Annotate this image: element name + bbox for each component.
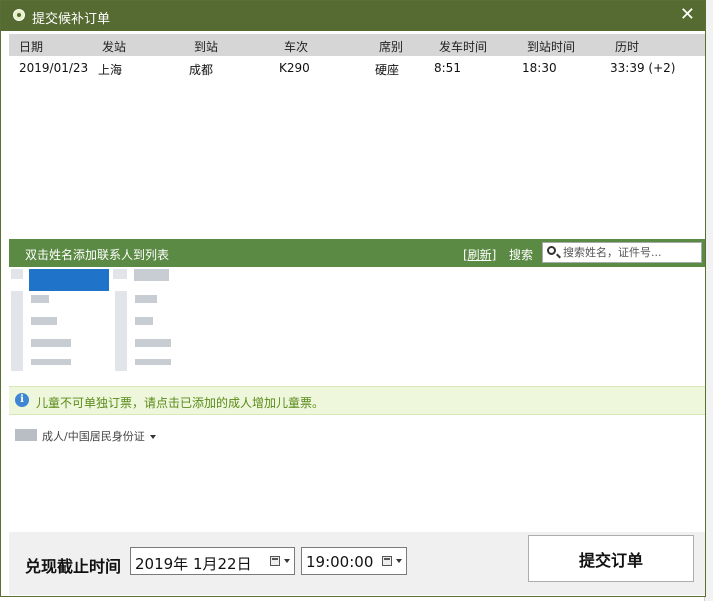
info-icon: i [15, 393, 29, 407]
chevron-down-icon [149, 435, 156, 439]
passenger-type-label: 成人/中国居民身份证 [42, 430, 145, 443]
contact-name-blur[interactable] [135, 317, 153, 325]
chevron-down-icon[interactable] [284, 559, 290, 563]
cell-to: 成都 [189, 63, 214, 77]
contact-name-blur[interactable] [115, 291, 127, 371]
contact-name-blur[interactable] [31, 295, 49, 303]
refresh-link[interactable]: [刷新] [463, 246, 496, 263]
cell-arrive-time: 18:30 [522, 61, 557, 75]
col-header-date[interactable]: 日期 [19, 38, 43, 55]
cell-from: 上海 [98, 63, 123, 77]
contact-name-blur[interactable] [11, 269, 23, 279]
cell-date: 2019/01/23 [19, 61, 89, 75]
contact-name-blur[interactable] [135, 295, 157, 303]
contact-name-blur[interactable] [31, 339, 71, 347]
train-table-header: 日期 发站 到站 车次 席别 发车时间 到站时间 历时 [9, 34, 705, 56]
col-header-to[interactable]: 到站 [194, 38, 218, 55]
app-logo-icon [13, 9, 25, 21]
submit-order-button[interactable]: 提交订单 [528, 535, 694, 582]
calendar-icon[interactable] [270, 556, 280, 566]
contacts-hint: 双击姓名添加联系人到列表 [25, 248, 170, 262]
calendar-icon[interactable] [382, 556, 392, 566]
deadline-time-value: 19:00:00 [306, 553, 374, 571]
contact-name-blur[interactable] [31, 317, 57, 325]
contact-name-blur[interactable] [135, 339, 171, 347]
cell-duration: 33:39 (+2) [610, 61, 676, 75]
col-header-duration[interactable]: 历时 [615, 38, 639, 55]
window-title: 提交候补订单 [32, 12, 111, 27]
col-header-depart-time[interactable]: 发车时间 [439, 38, 487, 55]
footer: 兑现截止时间 2019年 1月22日 19:00:00 提交订单 [9, 532, 705, 595]
deadline-date-picker[interactable]: 2019年 1月22日 [130, 547, 295, 575]
submit-waitlist-dialog: 提交候补订单 ✕ 日期 发站 到站 车次 席别 发车时间 到站时间 历时 201… [0, 0, 706, 597]
cell-train: K290 [279, 61, 310, 75]
search-icon [547, 246, 556, 255]
col-header-arrive-time[interactable]: 到站时间 [527, 38, 575, 55]
child-ticket-notice: i 儿童不可单独订票，请点击已添加的成人增加儿童票。 [9, 386, 705, 415]
search-input[interactable] [563, 245, 698, 260]
deadline-time-picker[interactable]: 19:00:00 [301, 547, 407, 575]
close-icon[interactable]: ✕ [680, 5, 695, 25]
contact-name-selected-blur[interactable] [29, 269, 109, 291]
cell-seat: 硬座 [375, 63, 400, 77]
chevron-down-icon[interactable] [396, 559, 402, 563]
col-header-from[interactable]: 发站 [102, 38, 126, 55]
contacts-bar: 双击姓名添加联系人到列表 [刷新] 搜索 [9, 239, 705, 267]
contact-name-blur[interactable] [134, 269, 169, 281]
title-bar: 提交候补订单 ✕ [1, 1, 705, 31]
col-header-seat[interactable]: 席别 [379, 38, 403, 55]
col-header-train[interactable]: 车次 [284, 38, 308, 55]
cell-depart-time: 8:51 [434, 61, 461, 75]
passenger-type-dropdown[interactable]: 成人/中国居民身份证 [42, 428, 156, 444]
passenger-name-blur [15, 429, 37, 441]
contact-name-blur[interactable] [135, 359, 171, 365]
contact-name-blur[interactable] [31, 359, 71, 365]
notice-text: 儿童不可单独订票，请点击已添加的成人增加儿童票。 [36, 396, 325, 410]
deadline-label: 兑现截止时间 [25, 557, 122, 576]
search-label: 搜索 [509, 248, 534, 262]
deadline-date-value: 2019年 1月22日 [135, 555, 252, 573]
contacts-list[interactable] [9, 267, 705, 385]
table-row[interactable]: 2019/01/23 上海 成都 K290 硬座 8:51 18:30 33:3… [9, 58, 705, 78]
search-box[interactable] [542, 242, 702, 263]
contact-name-blur[interactable] [113, 269, 127, 279]
selected-passengers: 成人/中国居民身份证 [9, 416, 705, 531]
train-list [9, 56, 705, 238]
contact-name-blur[interactable] [11, 291, 23, 371]
